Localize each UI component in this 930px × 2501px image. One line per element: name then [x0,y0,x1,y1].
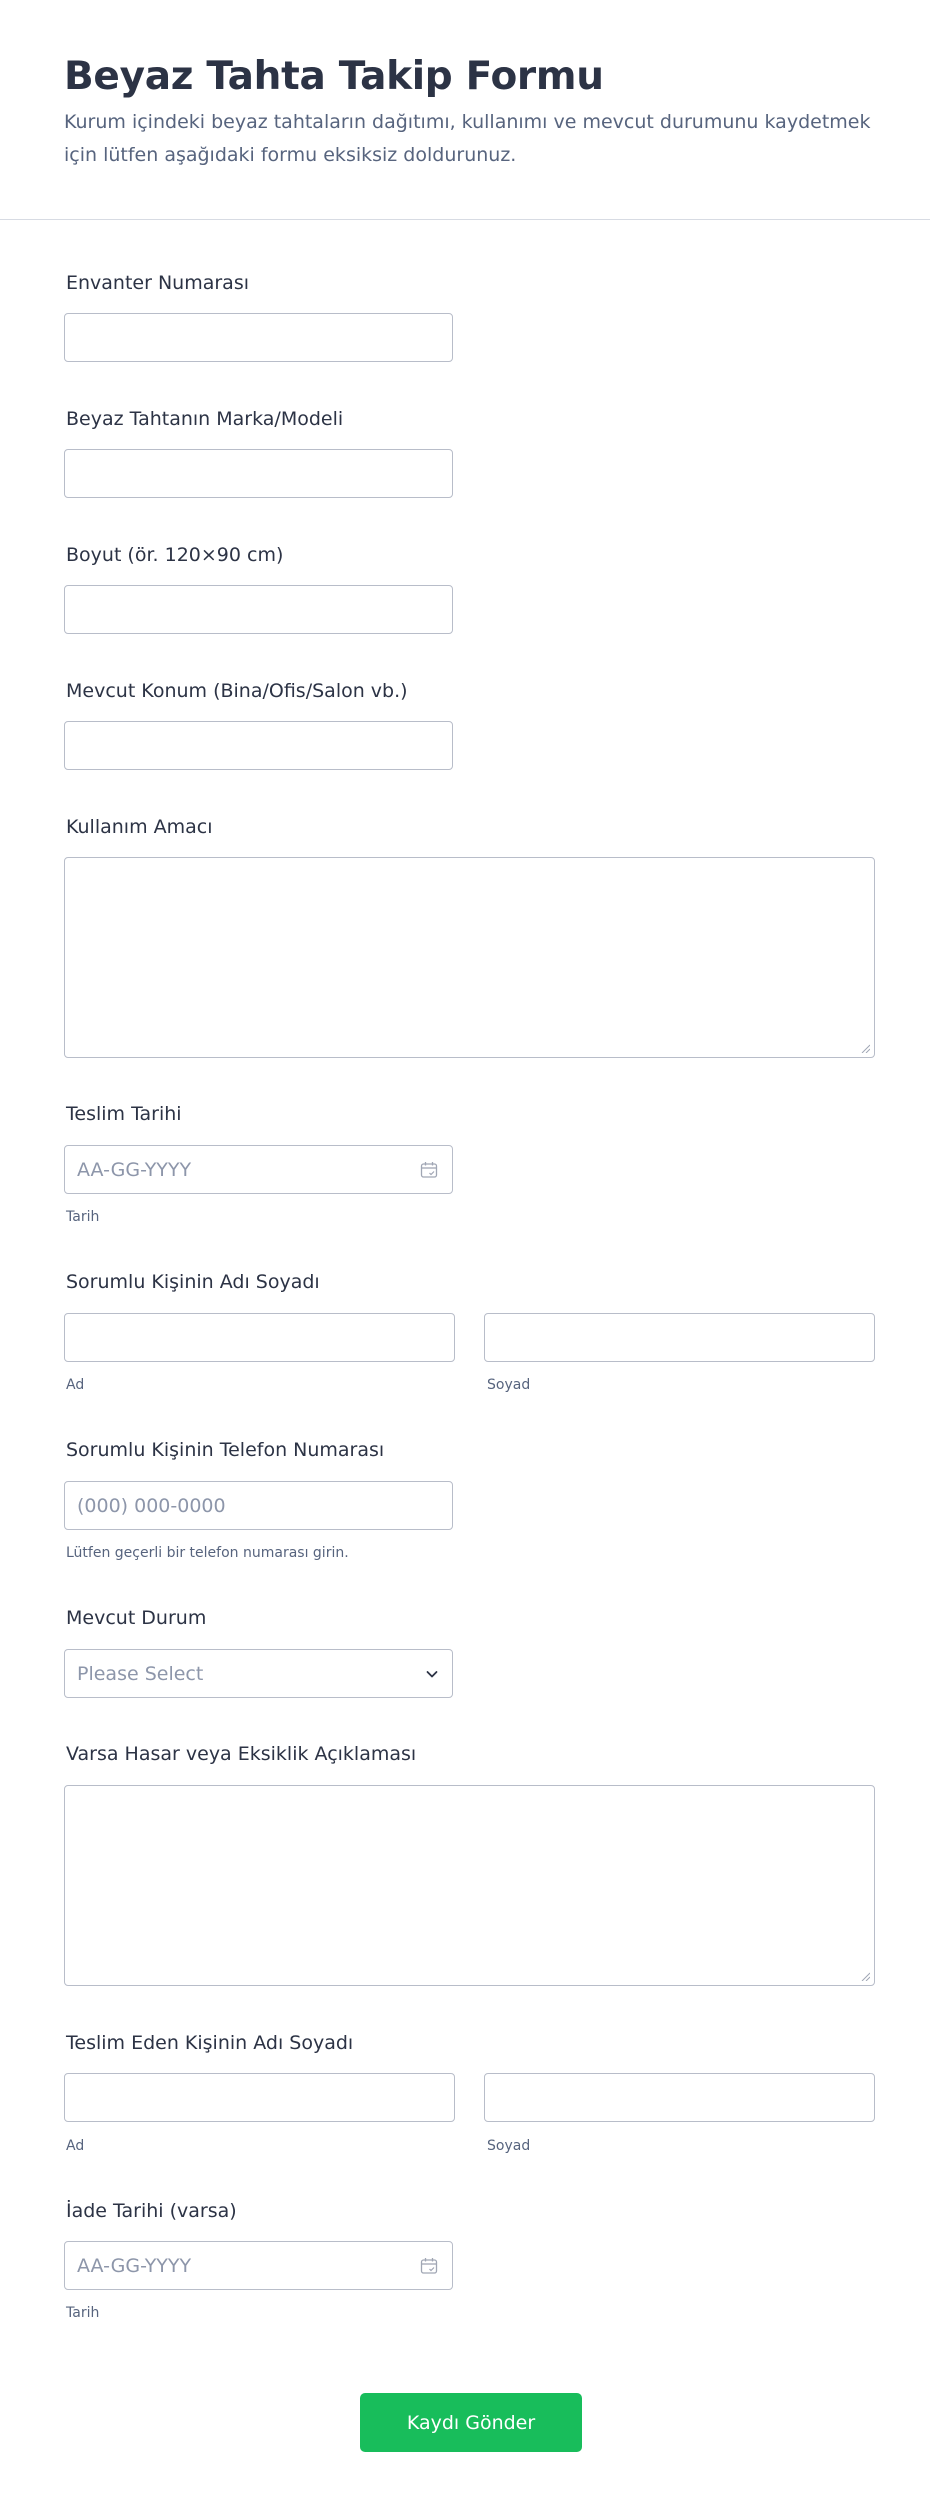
status-label: Mevcut Durum [66,1607,207,1629]
status-selected-value: Please Select [77,1662,204,1685]
resize-grip-icon[interactable] [860,1971,870,1981]
responsible-last-name-sublabel: Soyad [487,1377,531,1393]
purpose-textarea[interactable] [64,857,875,1058]
brand-model-input[interactable] [64,449,453,498]
header-divider [0,219,930,220]
form-description: Kurum içindeki beyaz tahtaların dağıtımı… [64,111,871,166]
resize-grip-icon[interactable] [860,1043,870,1053]
status-select[interactable]: Please Select [64,1649,453,1698]
submit-button[interactable]: Kaydı Gönder [360,2393,582,2452]
form-header: Beyaz Tahta Takip Formu Kurum içindeki b… [0,0,930,220]
phone-hint: Lütfen geçerli bir telefon numarası giri… [66,1545,349,1561]
responsible-first-name-input[interactable] [64,1313,455,1362]
purpose-label: Kullanım Amacı [66,816,213,838]
inventory-number-input[interactable] [64,313,453,362]
responsible-name-label: Sorumlu Kişinin Adı Soyadı [66,1271,320,1293]
return-date-label: İade Tarihi (varsa) [66,2200,237,2222]
calendar-icon[interactable] [420,2257,438,2275]
deliverer-name-label: Teslim Eden Kişinin Adı Soyadı [66,2032,354,2054]
deliverer-first-name-sublabel: Ad [66,2138,85,2154]
calendar-icon[interactable] [420,1161,438,1179]
damage-label: Varsa Hasar veya Eksiklik Açıklaması [66,1743,417,1765]
delivery-date-label: Teslim Tarihi [66,1103,182,1125]
return-date-input[interactable]: AA-GG-YYYY [64,2241,453,2290]
responsible-phone-label: Sorumlu Kişinin Telefon Numarası [66,1439,385,1461]
form-title: Beyaz Tahta Takip Formu [64,54,604,99]
delivery-date-sublabel: Tarih [66,1209,100,1225]
damage-textarea[interactable] [64,1785,875,1986]
location-input[interactable] [64,721,453,770]
deliverer-last-name-input[interactable] [484,2073,875,2122]
return-date-sublabel: Tarih [66,2305,100,2321]
delivery-date-input[interactable]: AA-GG-YYYY [64,1145,453,1194]
phone-placeholder: (000) 000-0000 [77,1494,226,1517]
size-label: Boyut (ör. 120×90 cm) [66,544,284,566]
size-input[interactable] [64,585,453,634]
deliverer-first-name-input[interactable] [64,2073,455,2122]
delivery-date-placeholder: AA-GG-YYYY [77,1158,192,1181]
brand-model-label: Beyaz Tahtanın Marka/Modeli [66,408,344,430]
inventory-number-label: Envanter Numarası [66,272,250,294]
chevron-down-icon[interactable] [424,1666,440,1682]
return-date-placeholder: AA-GG-YYYY [77,2254,192,2277]
responsible-phone-input[interactable]: (000) 000-0000 [64,1481,453,1530]
deliverer-last-name-sublabel: Soyad [487,2138,531,2154]
responsible-first-name-sublabel: Ad [66,1377,85,1393]
location-label: Mevcut Konum (Bina/Ofis/Salon vb.) [66,680,408,702]
responsible-last-name-input[interactable] [484,1313,875,1362]
